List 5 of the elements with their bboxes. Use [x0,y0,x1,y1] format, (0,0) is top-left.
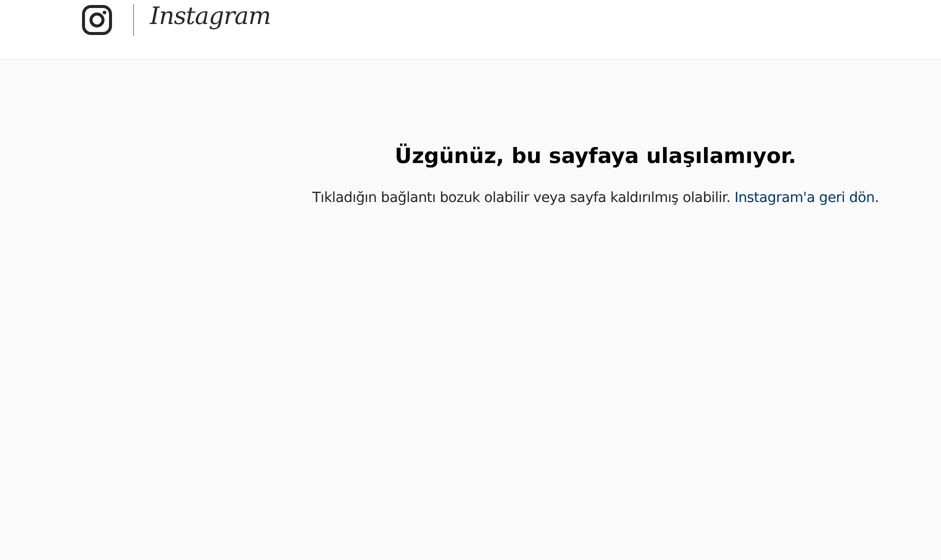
wordmark[interactable]: Instagram [150,2,271,30]
back-link[interactable]: Instagram'a geri dön [734,190,875,206]
camera-icon[interactable] [82,5,112,35]
error-title: Üzgünüz, bu sayfaya ulaşılamıyor. [394,144,798,168]
error-message: Tıkladığın bağlantı bozuk olabilir veya sayfa kaldırılmış olabilir. Instagram'a geri dön. [311,190,880,206]
